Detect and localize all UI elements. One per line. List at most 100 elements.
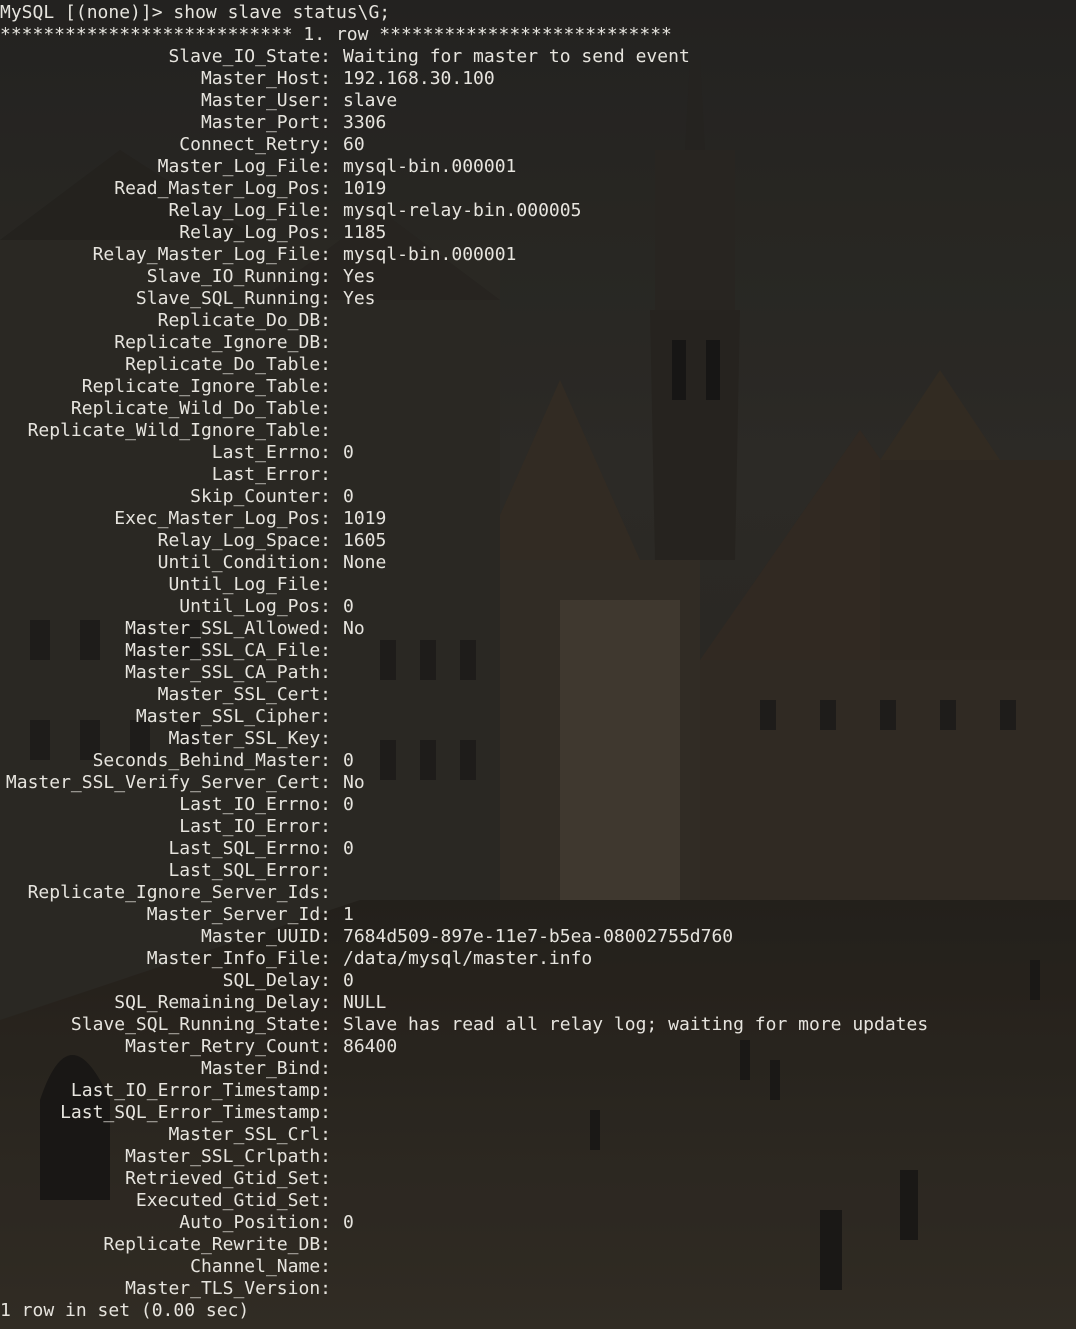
terminal-output[interactable]: MySQL [(none)]> show slave status\G; ***… <box>0 0 1076 1329</box>
field-value: mysql-bin.000001 <box>343 156 517 177</box>
field-name: Master_Log_File: <box>157 156 331 177</box>
field-value: 86400 <box>343 1036 398 1057</box>
status-field-row: Replicate_Wild_Do_Table: <box>0 398 1076 420</box>
status-field-row: Master_SSL_Crlpath: <box>0 1146 1076 1168</box>
field-name: Master_SSL_Crlpath: <box>125 1146 331 1167</box>
field-value: mysql-bin.000001 <box>343 244 517 265</box>
status-field-row: Last_IO_Errno: 0 <box>0 794 1076 816</box>
field-name: Last_IO_Error: <box>179 816 331 837</box>
status-field-row: Master_Server_Id: 1 <box>0 904 1076 926</box>
field-value: /data/mysql/master.info <box>343 948 593 969</box>
field-name: Last_IO_Errno: <box>179 794 331 815</box>
status-field-row: Master_Port: 3306 <box>0 112 1076 134</box>
status-field-row: Last_IO_Error: <box>0 816 1076 838</box>
status-field-row: Last_IO_Error_Timestamp: <box>0 1080 1076 1102</box>
status-field-row: Replicate_Ignore_Server_Ids: <box>0 882 1076 904</box>
field-value: 192.168.30.100 <box>343 68 495 89</box>
status-field-row: Replicate_Do_DB: <box>0 310 1076 332</box>
status-field-row: Skip_Counter: 0 <box>0 486 1076 508</box>
status-field-row: Master_SSL_CA_Path: <box>0 662 1076 684</box>
status-field-row: Exec_Master_Log_Pos: 1019 <box>0 508 1076 530</box>
field-value: 1605 <box>343 530 387 551</box>
field-name: Master_Host: <box>200 68 331 89</box>
field-name: Master_SSL_Key: <box>168 728 331 749</box>
status-field-row: Replicate_Rewrite_DB: <box>0 1234 1076 1256</box>
field-name: Slave_IO_Running: <box>146 266 331 287</box>
status-field-row: Auto_Position: 0 <box>0 1212 1076 1234</box>
field-value: 0 <box>343 1212 354 1233</box>
result-footer: 1 row in set (0.00 sec) <box>0 1300 250 1321</box>
field-name: Auto_Position: <box>179 1212 331 1233</box>
status-field-row: Slave_SQL_Running: Yes <box>0 288 1076 310</box>
status-field-row: Relay_Log_File: mysql-relay-bin.000005 <box>0 200 1076 222</box>
status-field-row: Seconds_Behind_Master: 0 <box>0 750 1076 772</box>
field-value: Yes <box>343 288 376 309</box>
field-value: slave <box>343 90 398 111</box>
status-field-row: Read_Master_Log_Pos: 1019 <box>0 178 1076 200</box>
field-value: No <box>343 618 365 639</box>
field-name: Last_Error: <box>211 464 331 485</box>
field-name: Replicate_Do_DB: <box>157 310 331 331</box>
field-name: Last_SQL_Error_Timestamp: <box>60 1102 331 1123</box>
status-field-row: Last_SQL_Error: <box>0 860 1076 882</box>
field-name: Master_SSL_CA_Path: <box>125 662 331 683</box>
field-name: Master_UUID: <box>200 926 331 947</box>
field-value: No <box>343 772 365 793</box>
field-name: SQL_Remaining_Delay: <box>114 992 331 1013</box>
status-field-row: Master_SSL_Key: <box>0 728 1076 750</box>
status-field-row: Master_Bind: <box>0 1058 1076 1080</box>
field-name: Master_SSL_Cipher: <box>135 706 331 727</box>
status-field-row: Replicate_Ignore_DB: <box>0 332 1076 354</box>
status-field-row: Master_SSL_CA_File: <box>0 640 1076 662</box>
command-prompt: MySQL [(none)]> show slave status\G; <box>0 2 391 23</box>
field-name: Channel_Name: <box>190 1256 331 1277</box>
field-value: 0 <box>343 596 354 617</box>
field-value: 0 <box>343 838 354 859</box>
field-name: Connect_Retry: <box>179 134 331 155</box>
field-name: Slave_IO_State: <box>168 46 331 67</box>
field-name: Master_SSL_CA_File: <box>125 640 331 661</box>
field-value: Waiting for master to send event <box>343 46 690 67</box>
field-value: 7684d509-897e-11e7-b5ea-08002755d760 <box>343 926 734 947</box>
status-field-row: Master_SSL_Crl: <box>0 1124 1076 1146</box>
status-field-row: Master_SSL_Verify_Server_Cert: No <box>0 772 1076 794</box>
status-field-row: Replicate_Ignore_Table: <box>0 376 1076 398</box>
status-field-row: Master_Host: 192.168.30.100 <box>0 68 1076 90</box>
field-value: 0 <box>343 486 354 507</box>
field-name: Last_SQL_Errno: <box>168 838 331 859</box>
field-value: NULL <box>343 992 387 1013</box>
field-name: Slave_SQL_Running_State: <box>70 1014 331 1035</box>
field-name: Relay_Master_Log_File: <box>92 244 331 265</box>
field-name: Replicate_Ignore_Server_Ids: <box>27 882 331 903</box>
field-value: 0 <box>343 442 354 463</box>
status-field-row: Master_Log_File: mysql-bin.000001 <box>0 156 1076 178</box>
status-field-row: Replicate_Do_Table: <box>0 354 1076 376</box>
field-name: Exec_Master_Log_Pos: <box>114 508 331 529</box>
status-field-row: SQL_Remaining_Delay: NULL <box>0 992 1076 1014</box>
field-name: Relay_Log_Space: <box>157 530 331 551</box>
status-field-row: Relay_Master_Log_File: mysql-bin.000001 <box>0 244 1076 266</box>
row-separator: *************************** 1. row *****… <box>0 24 672 45</box>
status-field-row: Master_UUID: 7684d509-897e-11e7-b5ea-0800… <box>0 926 1076 948</box>
status-field-row: Relay_Log_Space: 1605 <box>0 530 1076 552</box>
status-field-row: Master_Info_File: /data/mysql/master.info <box>0 948 1076 970</box>
field-name: Master_TLS_Version: <box>125 1278 331 1299</box>
field-name: Master_Retry_Count: <box>125 1036 331 1057</box>
field-name: Master_SSL_Allowed: <box>125 618 331 639</box>
field-name: Last_SQL_Error: <box>168 860 331 881</box>
field-value: 1185 <box>343 222 387 243</box>
field-name: Replicate_Wild_Do_Table: <box>70 398 331 419</box>
status-field-row: Master_SSL_Allowed: No <box>0 618 1076 640</box>
status-field-row: Master_SSL_Cipher: <box>0 706 1076 728</box>
field-name: Relay_Log_Pos: <box>179 222 331 243</box>
field-name: Master_Port: <box>200 112 331 133</box>
field-name: Last_Errno: <box>211 442 331 463</box>
field-name: Seconds_Behind_Master: <box>92 750 331 771</box>
field-name: Master_Info_File: <box>146 948 331 969</box>
field-value: 0 <box>343 750 354 771</box>
field-name: Replicate_Ignore_DB: <box>114 332 331 353</box>
field-name: Master_SSL_Verify_Server_Cert: <box>5 772 331 793</box>
field-name: Until_Log_Pos: <box>179 596 331 617</box>
field-name: Master_SSL_Crl: <box>168 1124 331 1145</box>
field-name: Until_Log_File: <box>168 574 331 595</box>
